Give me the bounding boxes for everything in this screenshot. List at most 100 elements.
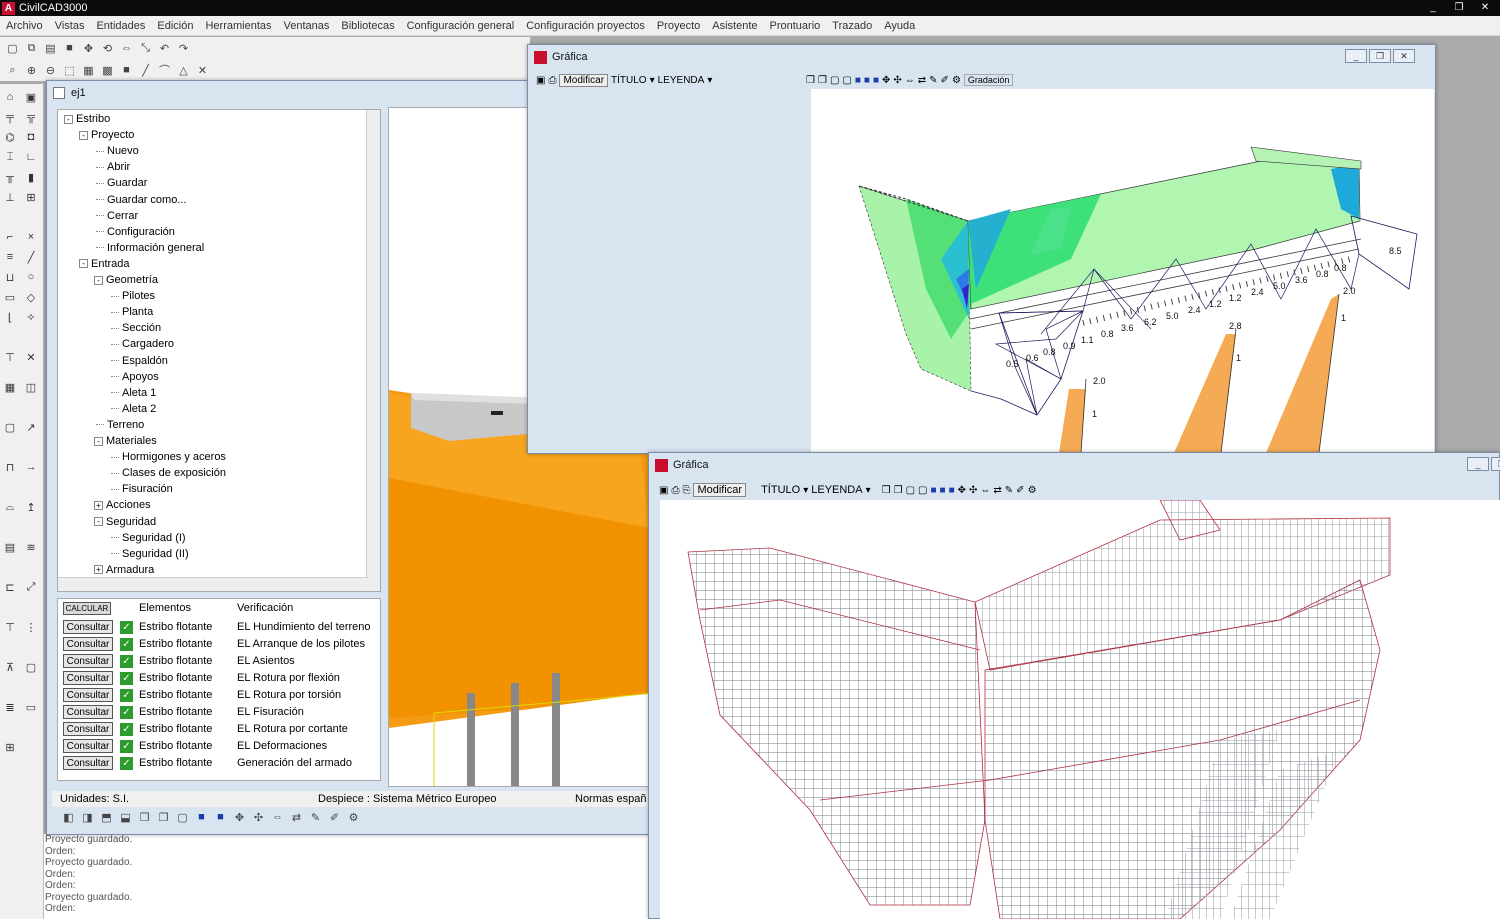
tree-node[interactable]: Planta [109, 306, 153, 318]
restore-button[interactable]: ❐ [1448, 1, 1470, 14]
menu-item[interactable]: Configuración proyectos [520, 20, 651, 32]
graph1-close-button[interactable]: ✕ [1393, 49, 1415, 63]
menu-item[interactable]: Asistente [706, 20, 763, 32]
tool-icon[interactable]: ↥ [24, 500, 38, 514]
pencil-icon[interactable]: ✎ [307, 809, 324, 825]
view-front-icon[interactable]: ◧ [60, 809, 77, 825]
rotate-icon[interactable]: ✥ [882, 75, 890, 86]
expand-toggle-icon[interactable]: + [94, 565, 103, 575]
tool-icon[interactable]: ≡ [3, 250, 17, 264]
cube-icon[interactable]: ❐ [155, 809, 172, 825]
zoom-window-icon[interactable]: ⬚ [61, 62, 78, 78]
tool-icon[interactable]: ▦ [3, 380, 17, 394]
menu-item[interactable]: Proyecto [651, 20, 706, 32]
tree-node[interactable]: Aleta 2 [109, 403, 156, 415]
tool-icon[interactable]: ▣ [24, 90, 38, 104]
consult-button[interactable]: Consultar [63, 722, 113, 736]
tool-icon[interactable]: ⊤ [3, 350, 17, 364]
expand-toggle-icon[interactable]: - [94, 275, 103, 285]
cube-icon[interactable]: ▢ [830, 75, 839, 86]
menu-item[interactable]: Herramientas [199, 20, 277, 32]
grid-icon[interactable]: ▩ [99, 62, 116, 78]
layer-icon[interactable]: ▦ [80, 62, 97, 78]
tool-icon[interactable]: ⌶ [3, 150, 17, 164]
settings-icon[interactable]: ⚙ [345, 809, 362, 825]
tool-icon[interactable]: ⊞ [24, 190, 38, 204]
pencil-icon[interactable]: ✎ [1005, 485, 1013, 496]
tool-icon[interactable]: ⊞ [3, 740, 17, 754]
consult-button[interactable]: Consultar [63, 688, 113, 702]
menu-item[interactable]: Configuración general [401, 20, 521, 32]
tool-icon[interactable]: ▮ [24, 170, 38, 184]
tool-icon[interactable]: ⌐ [3, 230, 17, 244]
expand-toggle-icon[interactable]: - [64, 114, 73, 124]
pan-icon[interactable]: ⇄ [993, 485, 1001, 496]
tool-icon[interactable]: ≋ [24, 540, 38, 554]
tree-node[interactable]: Seguridad (II) [109, 548, 189, 560]
triangle-icon[interactable]: △ [175, 62, 192, 78]
cube-icon[interactable]: ❒ [882, 485, 891, 496]
tree-node[interactable]: + Armadura [94, 564, 154, 576]
graph2-legend-dropdown[interactable]: LEYENDA [811, 484, 862, 496]
menu-item[interactable]: Edición [151, 20, 199, 32]
rebar-viewport[interactable] [660, 500, 1500, 919]
rotate-y-icon[interactable]: ✣ [250, 809, 267, 825]
tree-node[interactable]: - Proyecto [79, 129, 134, 141]
pan-icon[interactable]: ⇄ [288, 809, 305, 825]
paste-icon[interactable]: ▤ [42, 40, 59, 56]
cube-icon[interactable]: ▢ [174, 809, 191, 825]
tool-icon[interactable]: ⌊ [3, 310, 17, 324]
tree-node[interactable]: Espaldón [109, 355, 168, 367]
tool-icon[interactable]: ✕ [24, 350, 38, 364]
arc-icon[interactable]: ⌒ [156, 62, 173, 78]
rotate-icon[interactable]: ✥ [958, 485, 966, 496]
cube-icon[interactable]: ❒ [136, 809, 153, 825]
tree-node[interactable]: Sección [109, 322, 161, 334]
pan-icon[interactable]: ⇔ [269, 809, 286, 825]
pan-icon[interactable]: ⇔ [118, 40, 135, 56]
tool-icon[interactable]: ✧ [24, 310, 38, 324]
cross-icon[interactable]: ✕ [194, 62, 211, 78]
solid-icon[interactable]: ■ [940, 485, 946, 496]
solid-icon[interactable]: ■ [949, 485, 955, 496]
tool-icon[interactable]: ╥ [3, 170, 17, 184]
tool-icon[interactable]: ▤ [3, 540, 17, 554]
calculate-button[interactable]: CALCULAR [63, 602, 111, 615]
block-icon[interactable]: ■ [118, 62, 135, 78]
solid-icon[interactable]: ■ [864, 75, 870, 86]
gradation-button[interactable]: Gradación [963, 74, 1014, 86]
project-tree[interactable]: - Estribo - Proyecto Nuevo Abrir Guardar Guarda… [57, 109, 381, 592]
solid-icon[interactable]: ■ [873, 75, 879, 86]
tool-icon[interactable]: → [24, 460, 38, 474]
menu-item[interactable]: Entidades [90, 20, 151, 32]
expand-toggle-icon[interactable]: - [79, 259, 88, 269]
pan-icon[interactable]: ⇄ [918, 75, 926, 86]
tool-icon[interactable]: ◘ [24, 130, 38, 144]
graph1-minimize-button[interactable]: _ [1345, 49, 1367, 63]
view-back-icon[interactable]: ◨ [79, 809, 96, 825]
tool-icon[interactable]: ⌬ [3, 130, 17, 144]
tool-icon[interactable]: ▢ [3, 420, 17, 434]
tool-icon[interactable]: ⋮ [24, 620, 38, 634]
tool-icon[interactable]: ○ [24, 270, 38, 284]
tree-node[interactable]: - Seguridad [94, 516, 156, 528]
tool-icon[interactable]: × [24, 230, 38, 244]
tree-node[interactable]: Seguridad (I) [109, 532, 186, 544]
menu-item[interactable]: Ventanas [278, 20, 336, 32]
tree-node[interactable]: Aleta 1 [109, 387, 156, 399]
tree-node[interactable]: Abrir [94, 161, 130, 173]
pencil-icon[interactable]: ✐ [1016, 485, 1024, 496]
tool-icon[interactable]: ⌂ [3, 90, 17, 104]
view-top-icon[interactable]: ⬒ [98, 809, 115, 825]
consult-button[interactable]: Consultar [63, 620, 113, 634]
scale-icon[interactable]: ⤡ [137, 40, 154, 56]
dropdown-arrow-icon[interactable]: ▾ [803, 485, 808, 496]
tree-node[interactable]: Clases de exposición [109, 467, 226, 479]
menu-item[interactable]: Trazado [826, 20, 878, 32]
expand-toggle-icon[interactable]: - [94, 436, 103, 446]
tree-node[interactable]: - Geometría [94, 274, 158, 286]
tool-icon[interactable]: ╱ [24, 250, 38, 264]
consult-button[interactable]: Consultar [63, 739, 113, 753]
graph2-restore-button[interactable]: ❐ [1491, 457, 1500, 471]
tool-icon[interactable]: ◇ [24, 290, 38, 304]
